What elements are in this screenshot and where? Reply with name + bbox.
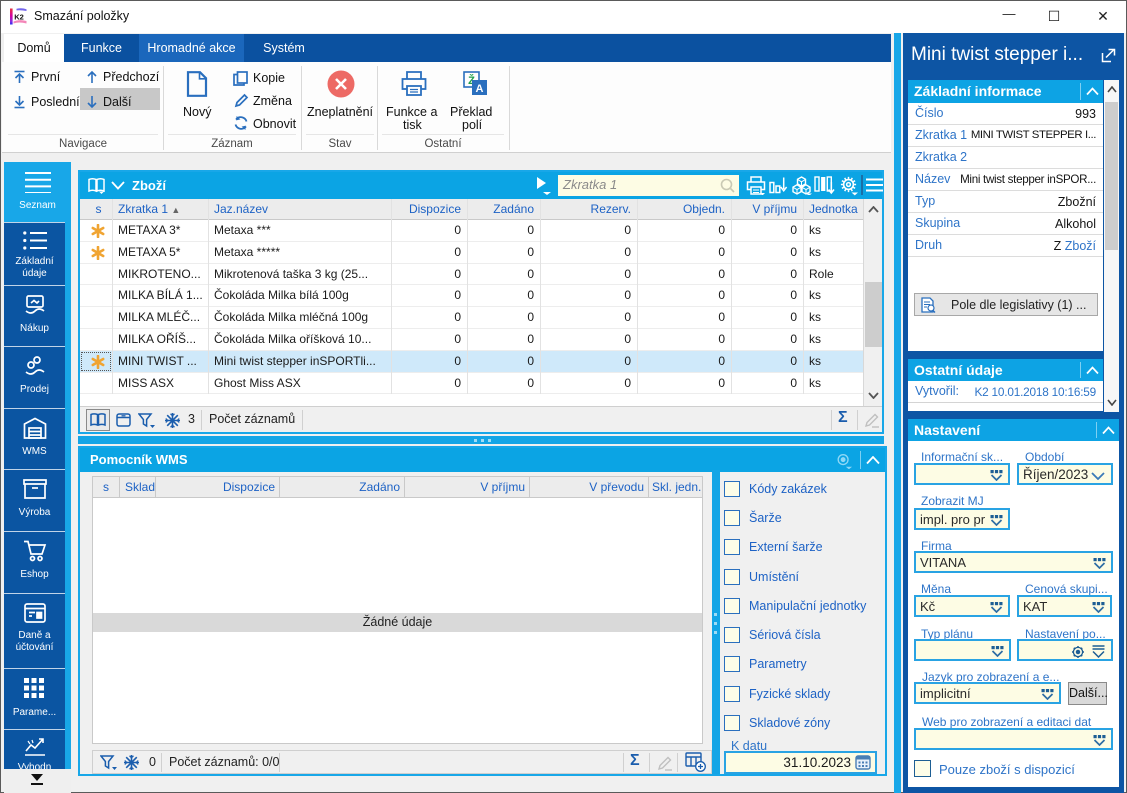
- svg-text:K2: K2: [14, 12, 24, 21]
- svg-text:A: A: [476, 83, 484, 95]
